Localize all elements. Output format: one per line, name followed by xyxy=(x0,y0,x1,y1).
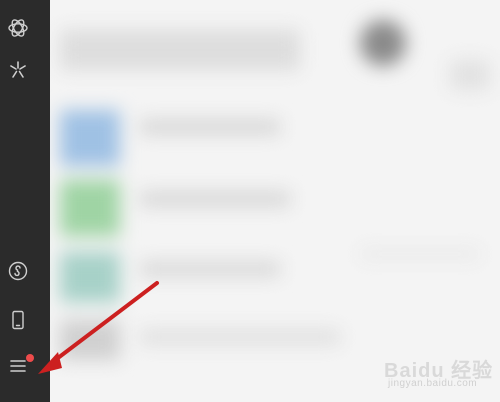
main-content-blurred xyxy=(50,0,500,402)
watermark: Baidu 经验 jingyan.baidu.com xyxy=(380,348,496,396)
mini-program-icon[interactable] xyxy=(0,253,36,289)
sidebar xyxy=(0,0,50,402)
watermark-url: jingyan.baidu.com xyxy=(388,378,478,389)
phone-icon[interactable] xyxy=(0,302,36,338)
menu-badge xyxy=(26,354,34,362)
menu-icon[interactable] xyxy=(0,348,36,384)
moments-icon[interactable] xyxy=(0,10,36,46)
blurred-layer xyxy=(50,0,500,402)
discover-icon[interactable] xyxy=(0,52,36,88)
